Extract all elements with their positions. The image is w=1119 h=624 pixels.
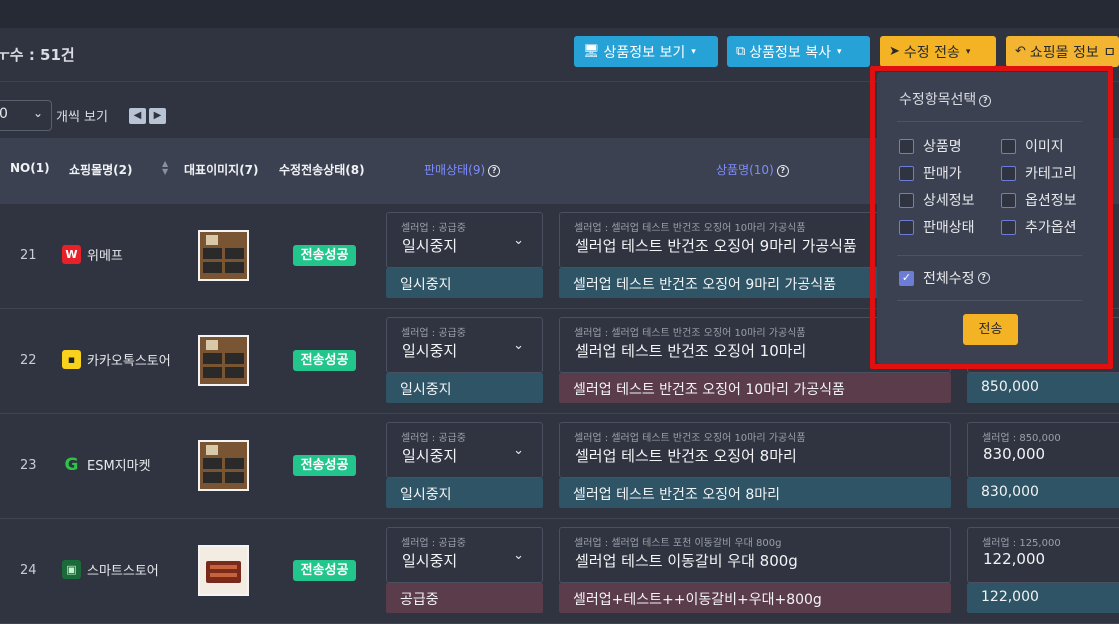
- sale-status-bar: 일시중지: [386, 373, 543, 403]
- caret-down-icon: ▾: [837, 46, 842, 57]
- price-bar: 830,000: [967, 478, 1119, 508]
- sale-status-bar: 일시중지: [386, 268, 543, 298]
- price-source: 셀러업 : 850,000: [982, 433, 1061, 444]
- next-page-button[interactable]: ▶: [149, 108, 166, 124]
- mall-name: ▪ 카카오톡스토어: [62, 350, 171, 369]
- sale-status-value: 일시중지: [402, 552, 458, 570]
- product-name-source: 셀러업 : 셀러업 테스트 반건조 오징어 10마리 가공식품: [574, 433, 806, 444]
- header-image[interactable]: 대표이미지(7): [184, 161, 259, 178]
- product-name-source: 셀러업 : 셀러업 테스트 반건조 오징어 10마리 가공식품: [574, 328, 806, 339]
- mall-name: W 위메프: [62, 245, 123, 264]
- help-icon[interactable]: ?: [488, 165, 501, 177]
- sale-status-source: 셀러업 : 공급중: [401, 538, 466, 549]
- product-name-source: 셀러업 : 셀러업 테스트 반건조 오징어 10마리 가공식품: [574, 223, 806, 234]
- chevron-down-icon: ⌄: [513, 548, 524, 563]
- view-product-info-button[interactable]: 🖥 상품정보 보기 ▾: [574, 36, 718, 67]
- row-number: 21: [20, 248, 37, 263]
- sale-status-select[interactable]: 셀러업 : 공급중 일시중지 ⌄: [386, 317, 543, 373]
- chevron-down-icon: ⌄: [513, 338, 524, 353]
- copy-icon: ⧉: [736, 44, 746, 59]
- product-thumbnail[interactable]: [198, 440, 249, 491]
- send-status-badge: 전송성공: [293, 455, 356, 476]
- header-mall[interactable]: 쇼핑몰명(2): [69, 161, 132, 178]
- chevron-down-icon: ⌄: [513, 443, 524, 458]
- help-icon[interactable]: ?: [776, 165, 789, 177]
- price-value: 122,000: [983, 550, 1046, 568]
- sale-status-source: 셀러업 : 공급중: [401, 328, 466, 339]
- price-field[interactable]: 셀러업 : 850,000 830,000: [967, 422, 1119, 478]
- price-bar: 122,000: [967, 583, 1119, 613]
- row-number: 23: [20, 458, 37, 473]
- mall-logo-icon: G: [64, 454, 79, 475]
- product-image: [200, 337, 247, 384]
- price-value: 830,000: [983, 445, 1046, 463]
- send-status-badge: 전송성공: [293, 560, 356, 581]
- sale-status-source: 셀러업 : 공급중: [401, 433, 466, 444]
- header-product-name[interactable]: 상품명(10)?: [716, 161, 789, 178]
- mall-logo-icon: ▪: [62, 350, 81, 369]
- total-count: ㅜ수 : 51건: [0, 46, 75, 64]
- per-page-select[interactable]: 0 ⌄: [0, 100, 52, 131]
- sale-status-select[interactable]: 셀러업 : 공급중 일시중지 ⌄: [386, 527, 543, 583]
- sale-status-bar: 공급중: [386, 583, 543, 613]
- sale-status-value: 일시중지: [402, 237, 458, 255]
- product-image: [200, 547, 247, 594]
- product-name-value: 셀러업 테스트 반건조 오징어 10마리: [575, 342, 807, 360]
- prev-page-button[interactable]: ◀: [129, 108, 146, 124]
- chevron-down-icon: ⌄: [32, 106, 43, 120]
- product-image: [200, 232, 247, 279]
- product-name-value: 셀러업 테스트 반건조 오징어 8마리: [575, 447, 797, 465]
- price-field[interactable]: 셀러업 : 125,000 122,000: [967, 527, 1119, 583]
- product-name-field[interactable]: 셀러업 : 셀러업 테스트 반건조 오징어 10마리 가공식품 셀러업 테스트 …: [559, 422, 951, 478]
- product-name-value: 셀러업 테스트 반건조 오징어 9마리 가공식품: [575, 237, 857, 255]
- product-name-bar: 셀러업 테스트 반건조 오징어 10마리 가공식품: [559, 373, 951, 403]
- sale-status-select[interactable]: 셀러업 : 공급중 일시중지 ⌄: [386, 212, 543, 268]
- chevron-down-icon: ⌄: [513, 233, 524, 248]
- header-no[interactable]: NO(1): [10, 161, 50, 175]
- send-edit-button[interactable]: ➤ 수정 전송 ▾: [880, 36, 996, 67]
- product-thumbnail[interactable]: [198, 230, 249, 281]
- mall-name: G ESM지마켓: [62, 454, 151, 475]
- send-status-badge: 전송성공: [293, 245, 356, 266]
- sort-icon[interactable]: ▲ ▼: [162, 160, 168, 176]
- copy-product-info-button[interactable]: ⧉ 상품정보 복사 ▾: [727, 36, 870, 67]
- mall-name: ▣ 스마트스토어: [62, 560, 159, 579]
- top-strip: [0, 0, 1119, 28]
- caret-down-icon: ▾: [965, 46, 971, 57]
- per-page-label: 개씩 보기: [56, 110, 108, 125]
- send-icon: ➤: [889, 44, 900, 59]
- sale-status-bar: 일시중지: [386, 478, 543, 508]
- undo-icon: ↶: [1015, 44, 1026, 59]
- header-send-status[interactable]: 수정전송상태(8): [279, 161, 365, 178]
- product-thumbnail[interactable]: [198, 335, 249, 386]
- mall-logo-icon: W: [62, 245, 81, 264]
- send-status-badge: 전송성공: [293, 350, 356, 371]
- sale-status-value: 일시중지: [402, 447, 458, 465]
- product-name-bar: 셀러업+테스트++이동갈비+우대+800g: [559, 583, 951, 613]
- product-name-bar: 셀러업 테스트 반건조 오징어 8마리: [559, 478, 951, 508]
- row-number: 22: [20, 353, 37, 368]
- sale-status-source: 셀러업 : 공급중: [401, 223, 466, 234]
- header-sale-status[interactable]: 판매상태(9)?: [424, 161, 501, 178]
- mall-logo-icon: ▣: [62, 560, 81, 579]
- sale-status-value: 일시중지: [402, 342, 458, 360]
- product-name-value: 셀러업 테스트 이동갈비 우대 800g: [575, 552, 798, 570]
- sale-status-select[interactable]: 셀러업 : 공급중 일시중지 ⌄: [386, 422, 543, 478]
- product-thumbnail[interactable]: [198, 545, 249, 596]
- caret-down-icon: ▾: [691, 46, 696, 57]
- row-number: 24: [20, 563, 37, 578]
- monitor-icon: 🖥: [583, 44, 600, 59]
- product-name-source: 셀러업 : 셀러업 테스트 포천 이동갈비 우대 800g: [574, 538, 782, 549]
- product-image: [200, 442, 247, 489]
- price-source: 셀러업 : 125,000: [982, 538, 1061, 549]
- price-bar: 850,000: [967, 373, 1119, 403]
- highlight-frame: [870, 66, 1113, 369]
- product-name-field[interactable]: 셀러업 : 셀러업 테스트 포천 이동갈비 우대 800g 셀러업 테스트 이동…: [559, 527, 951, 583]
- mall-info-button[interactable]: ↶ 쇼핑몰 정보 ㅁ: [1006, 36, 1119, 67]
